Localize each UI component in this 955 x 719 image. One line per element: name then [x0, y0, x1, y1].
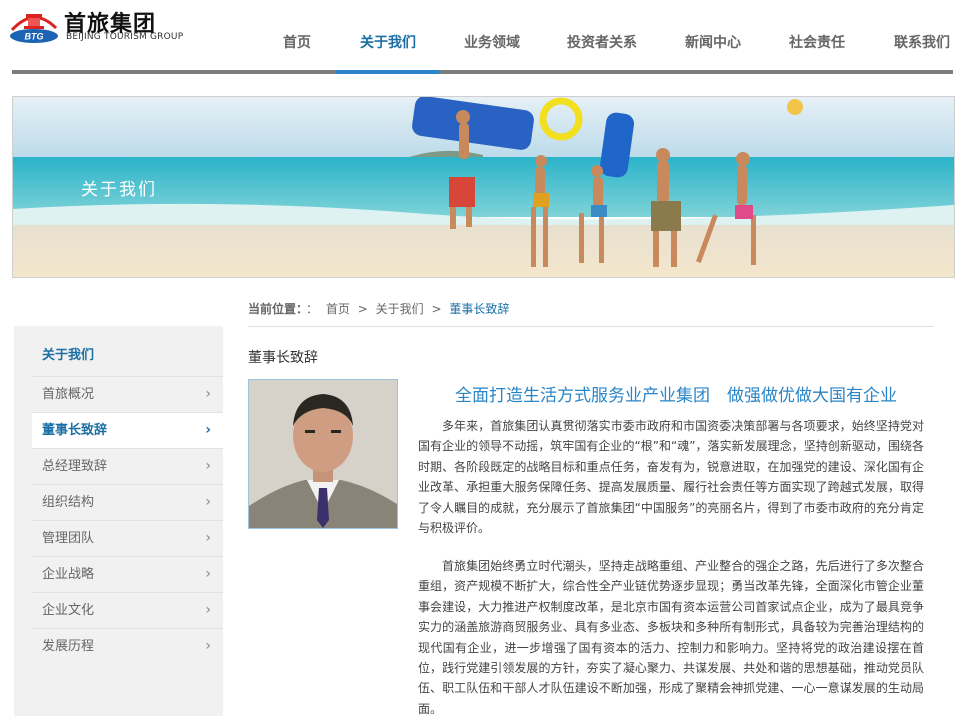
nav-item-investors[interactable]: 投资者关系 — [566, 30, 638, 70]
site-logo[interactable]: BTG 首旅集团 BEIJING TOURISM GROUP — [6, 4, 196, 44]
sidebar: 关于我们 首旅概况 › 董事长致辞 › 总经理致辞 › 组织结构 › 管理团队 › 企业战… — [14, 326, 223, 716]
logo-mark-text: BTG — [25, 32, 44, 42]
sidebar-list: 首旅概况 › 董事长致辞 › 总经理致辞 › 组织结构 › 管理团队 › 企业战略 › 企业… — [32, 376, 223, 664]
breadcrumb-home[interactable]: 首页 — [326, 302, 350, 316]
breadcrumb-separator: ： — [306, 302, 319, 316]
sidebar-item-label: 董事长致辞 — [42, 423, 108, 438]
breadcrumb-separator: > — [431, 302, 442, 316]
sidebar-item-label: 企业文化 — [42, 603, 95, 618]
chevron-right-icon: › — [205, 422, 211, 438]
breadcrumb-label: 当前位置： — [248, 302, 303, 316]
breadcrumb-parent[interactable]: 关于我们 — [376, 302, 424, 316]
sidebar-item-org-structure[interactable]: 组织结构 › — [32, 484, 223, 520]
chairman-photo — [248, 379, 398, 529]
nav-active-indicator — [336, 70, 439, 74]
sidebar-item-chairman-speech[interactable]: 董事长致辞 › — [32, 412, 223, 448]
sidebar-item-culture[interactable]: 企业文化 › — [32, 592, 223, 628]
page-banner: 关于我们 — [12, 96, 955, 278]
chevron-right-icon: › — [205, 494, 211, 510]
sidebar-item-label: 发展历程 — [42, 639, 95, 654]
chevron-right-icon: › — [205, 530, 211, 546]
sidebar-item-label: 管理团队 — [42, 531, 95, 546]
article-paragraph: 多年来，首旅集团认真贯彻落实市委市政府和市国资委决策部署与各项要求，始终坚持党对… — [418, 419, 924, 536]
btg-logo-icon: BTG — [10, 14, 58, 43]
sidebar-item-management-team[interactable]: 管理团队 › — [32, 520, 223, 556]
sidebar-item-label: 企业战略 — [42, 567, 95, 582]
chevron-right-icon: › — [205, 458, 211, 474]
chevron-right-icon: › — [205, 602, 211, 618]
sidebar-item-label: 组织结构 — [42, 495, 95, 510]
sidebar-item-overview[interactable]: 首旅概况 › — [32, 376, 223, 412]
site-header: BTG 首旅集团 BEIJING TOURISM GROUP 首页 关于我们 业… — [0, 0, 955, 76]
nav-item-about[interactable]: 关于我们 — [358, 30, 418, 70]
sidebar-item-gm-speech[interactable]: 总经理致辞 › — [32, 448, 223, 484]
article-title: 全面打造生活方式服务业产业集团 做强做优做大国有企业 — [455, 386, 897, 406]
portrait-image — [249, 380, 397, 528]
banner-title: 关于我们 — [81, 180, 157, 200]
nav-item-home[interactable]: 首页 — [282, 30, 312, 70]
breadcrumb-current: 董事长致辞 — [449, 302, 510, 316]
nav-item-business[interactable]: 业务领域 — [462, 30, 522, 70]
sidebar-item-strategy[interactable]: 企业战略 › — [32, 556, 223, 592]
nav-item-contact[interactable]: 联系我们 — [892, 30, 952, 70]
nav-underline — [12, 70, 953, 74]
sidebar-item-label: 首旅概况 — [42, 387, 95, 402]
sidebar-item-label: 总经理致辞 — [42, 459, 108, 474]
sidebar-title: 关于我们 — [42, 348, 95, 363]
article-paragraph: 首旅集团始终勇立时代潮头，坚持走战略重组、产业整合的强企之路，先后进行了多次整合… — [418, 559, 924, 716]
sidebar-item-history[interactable]: 发展历程 › — [32, 628, 223, 664]
breadcrumb: 当前位置：： 首页 > 关于我们 > 董事长致辞 — [248, 300, 934, 327]
chevron-right-icon: › — [205, 386, 211, 402]
nav-item-social[interactable]: 社会责任 — [788, 30, 846, 70]
section-title: 董事长致辞 — [248, 350, 318, 366]
chevron-right-icon: › — [205, 638, 211, 654]
chevron-right-icon: › — [205, 566, 211, 582]
breadcrumb-separator: > — [357, 302, 368, 316]
logo-name-en: BEIJING TOURISM GROUP — [66, 32, 184, 42]
nav-item-news[interactable]: 新闻中心 — [684, 30, 742, 70]
